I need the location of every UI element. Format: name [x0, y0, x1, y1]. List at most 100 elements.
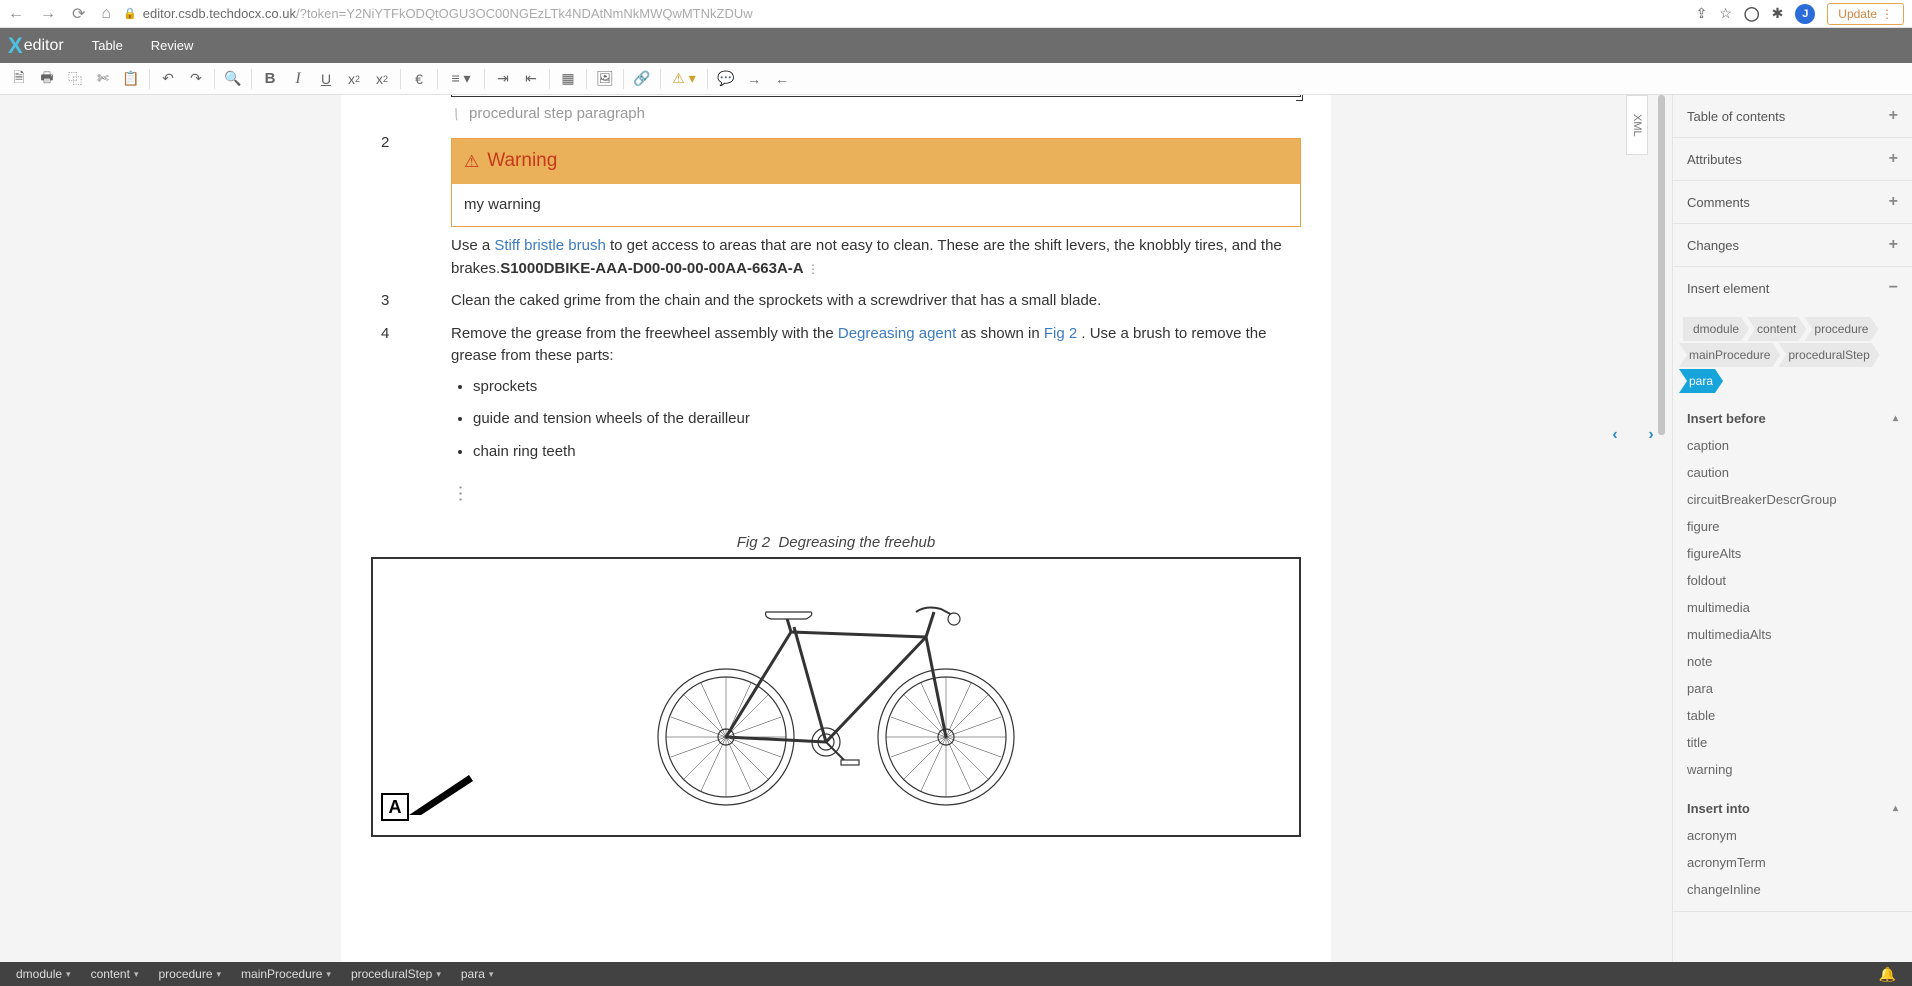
- plus-icon[interactable]: +: [1889, 236, 1898, 254]
- undo-icon[interactable]: ↶: [155, 66, 181, 92]
- panel-comments[interactable]: Comments+: [1673, 181, 1912, 223]
- xml-tab[interactable]: XML: [1626, 95, 1648, 155]
- chip-para[interactable]: para: [1679, 369, 1723, 393]
- chip-procedure[interactable]: procedure: [1804, 317, 1878, 341]
- warning-body[interactable]: my warning: [452, 184, 1300, 227]
- extensions-icon[interactable]: ✱: [1772, 5, 1784, 22]
- update-button[interactable]: Update⋮: [1827, 3, 1904, 25]
- bold-button[interactable]: B: [257, 66, 283, 92]
- search-icon[interactable]: 🔍: [220, 66, 246, 92]
- element-option-caption[interactable]: caption: [1687, 432, 1898, 459]
- forward-icon[interactable]: →: [40, 5, 56, 23]
- status-crumb-content[interactable]: content: [91, 967, 139, 981]
- step-4-content[interactable]: Remove the grease from the freewheel ass…: [451, 323, 1301, 474]
- prev-button[interactable]: ←: [769, 66, 795, 92]
- print-icon[interactable]: 🖶: [34, 66, 60, 92]
- step-placeholder[interactable]: procedural step paragraph: [451, 105, 1301, 122]
- image-button[interactable]: 🖼: [592, 66, 618, 92]
- minus-icon[interactable]: −: [1889, 279, 1898, 297]
- url-bar[interactable]: 🔒 editor.csdb.techdocx.co.uk/?token=Y2Ni…: [123, 6, 1684, 21]
- euro-button[interactable]: €: [406, 66, 432, 92]
- element-option-table[interactable]: table: [1687, 702, 1898, 729]
- collapse-left-icon[interactable]: ‹: [1607, 425, 1623, 445]
- element-option-circuitBreakerDescrGroup[interactable]: circuitBreakerDescrGroup: [1687, 486, 1898, 513]
- element-option-para[interactable]: para: [1687, 675, 1898, 702]
- warning-box[interactable]: Warning my warning: [451, 138, 1301, 227]
- panel-toc[interactable]: Table of contents+: [1673, 95, 1912, 137]
- element-option-acronymTerm[interactable]: acronymTerm: [1687, 849, 1898, 876]
- element-option-note[interactable]: note: [1687, 648, 1898, 675]
- element-option-figure[interactable]: figure: [1687, 513, 1898, 540]
- panel-insert-element[interactable]: Insert element−: [1673, 267, 1912, 309]
- step-3-para[interactable]: Clean the caked grime from the chain and…: [451, 290, 1301, 313]
- chip-dmodule[interactable]: dmodule: [1683, 317, 1749, 341]
- superscript-button[interactable]: x2: [369, 66, 395, 92]
- warning-dropdown[interactable]: ⚠ ▾: [666, 66, 702, 92]
- notifications-icon[interactable]: 🔔: [1879, 966, 1896, 983]
- subscript-button[interactable]: x2: [341, 66, 367, 92]
- status-crumb-para[interactable]: para: [461, 967, 494, 981]
- element-option-title[interactable]: title: [1687, 729, 1898, 756]
- element-option-changeInline[interactable]: changeInline: [1687, 876, 1898, 903]
- element-option-multimediaAlts[interactable]: multimediaAlts: [1687, 621, 1898, 648]
- link-button[interactable]: 🔗: [629, 66, 655, 92]
- plus-icon[interactable]: +: [1889, 150, 1898, 168]
- home-icon[interactable]: ⌂: [101, 5, 111, 23]
- status-crumb-dmodule[interactable]: dmodule: [16, 967, 71, 981]
- outdent-button[interactable]: ⇤: [518, 66, 544, 92]
- cut-icon[interactable]: ✄: [90, 66, 116, 92]
- dmcode-ref[interactable]: S1000DBIKE-AAA-D00-00-00-00AA-663A-A: [500, 260, 803, 277]
- dmcode-menu-icon[interactable]: ⋮: [804, 262, 819, 276]
- menu-table[interactable]: Table: [92, 38, 123, 53]
- menu-review[interactable]: Review: [151, 38, 194, 53]
- list-item[interactable]: sprockets: [473, 376, 1301, 399]
- star-icon[interactable]: ☆: [1719, 5, 1732, 22]
- redo-icon[interactable]: ↷: [183, 66, 209, 92]
- back-icon[interactable]: ←: [8, 5, 24, 23]
- chip-content[interactable]: content: [1747, 317, 1806, 341]
- status-crumb-procedure[interactable]: procedure: [158, 967, 221, 981]
- insert-into-header[interactable]: Insert into▴: [1673, 791, 1912, 822]
- element-option-foldout[interactable]: foldout: [1687, 567, 1898, 594]
- reload-icon[interactable]: ⟳: [72, 4, 85, 24]
- insert-before-header[interactable]: Insert before▴: [1673, 401, 1912, 432]
- scrollbar-thumb[interactable]: [1658, 95, 1665, 435]
- paste-icon[interactable]: 📋: [118, 66, 144, 92]
- chip-mainprocedure[interactable]: mainProcedure: [1679, 343, 1780, 367]
- italic-button[interactable]: I: [285, 66, 311, 92]
- element-option-acronym[interactable]: acronym: [1687, 822, 1898, 849]
- element-option-warning[interactable]: warning: [1687, 756, 1898, 783]
- list-item[interactable]: chain ring teeth: [473, 441, 1301, 464]
- collapse-right-icon[interactable]: ›: [1643, 425, 1659, 445]
- adblock-icon[interactable]: ◯: [1744, 5, 1760, 22]
- editor-area[interactable]: procedural step paragraph 2 Warning my w…: [0, 95, 1672, 962]
- status-crumb-mainProcedure[interactable]: mainProcedure: [241, 967, 331, 981]
- element-option-multimedia[interactable]: multimedia: [1687, 594, 1898, 621]
- more-indicator[interactable]: ⋯: [450, 485, 471, 503]
- panel-attributes[interactable]: Attributes+: [1673, 138, 1912, 180]
- element-option-caution[interactable]: caution: [1687, 459, 1898, 486]
- save-icon[interactable]: 🗎: [6, 66, 32, 92]
- chip-proceduralstep[interactable]: proceduralStep: [1778, 343, 1879, 367]
- table-button[interactable]: ▦: [555, 66, 581, 92]
- step-2-para[interactable]: Use a Stiff bristle brush to get access …: [451, 235, 1301, 280]
- plus-icon[interactable]: +: [1889, 193, 1898, 211]
- indent-button[interactable]: ⇥: [490, 66, 516, 92]
- comment-button[interactable]: 💬: [713, 66, 739, 92]
- copy-icon[interactable]: ⿻: [62, 66, 88, 92]
- plus-icon[interactable]: +: [1889, 107, 1898, 125]
- list-button[interactable]: ≡ ▾: [443, 66, 479, 92]
- link-degreasing-agent[interactable]: Degreasing agent: [838, 325, 956, 342]
- link-stiff-brush[interactable]: Stiff bristle brush: [494, 237, 605, 254]
- element-option-figureAlts[interactable]: figureAlts: [1687, 540, 1898, 567]
- next-button[interactable]: →: [741, 66, 767, 92]
- panel-changes[interactable]: Changes+: [1673, 224, 1912, 266]
- document-page[interactable]: procedural step paragraph 2 Warning my w…: [341, 95, 1331, 962]
- profile-avatar[interactable]: J: [1795, 4, 1815, 24]
- step-4-para[interactable]: Remove the grease from the freewheel ass…: [451, 323, 1301, 368]
- list-item[interactable]: guide and tension wheels of the deraille…: [473, 408, 1301, 431]
- share-icon[interactable]: ⇪: [1696, 5, 1708, 22]
- status-crumb-proceduralStep[interactable]: proceduralStep: [351, 967, 441, 981]
- figure-caption[interactable]: Fig 2 Degreasing the freehub: [371, 534, 1301, 551]
- link-fig2[interactable]: Fig 2: [1044, 325, 1077, 342]
